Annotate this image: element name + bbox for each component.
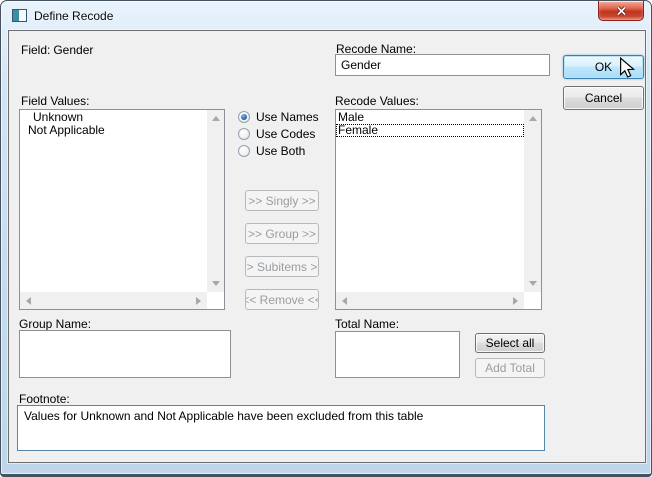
arrow-left-icon: [342, 297, 347, 305]
radio-use-codes[interactable]: Use Codes: [238, 127, 315, 141]
select-all-button[interactable]: Select all: [475, 333, 545, 353]
field-values-listbox[interactable]: Unknown Not Applicable: [19, 109, 225, 310]
radio-button-icon[interactable]: [238, 145, 250, 157]
radio-use-names[interactable]: Use Names: [238, 110, 319, 124]
recode-values-items: Male Female: [336, 111, 524, 137]
radio-button-icon[interactable]: [238, 111, 250, 123]
list-item[interactable]: Male: [336, 111, 524, 124]
horizontal-scrollbar[interactable]: [336, 292, 524, 309]
scroll-left-button[interactable]: [336, 292, 353, 309]
horizontal-scrollbar[interactable]: [20, 292, 207, 309]
recode-name-input[interactable]: Gender: [335, 54, 550, 76]
radio-button-icon[interactable]: [238, 128, 250, 140]
dialog-client-area: Field: Gender Recode Name: Gender OK Can…: [8, 30, 646, 463]
scroll-up-button[interactable]: [524, 110, 541, 127]
recode-values-listbox[interactable]: Male Female: [335, 109, 542, 310]
footnote-input[interactable]: Values for Unknown and Not Applicable ha…: [17, 405, 545, 451]
footnote-label: Footnote:: [19, 392, 70, 406]
field-values-items: Unknown Not Applicable: [20, 111, 207, 137]
scroll-down-button[interactable]: [207, 275, 224, 292]
close-button[interactable]: [598, 1, 644, 21]
radio-label: Use Names: [256, 110, 319, 124]
scroll-up-button[interactable]: [207, 110, 224, 127]
radio-use-both[interactable]: Use Both: [238, 144, 305, 158]
list-item[interactable]: Unknown: [20, 111, 207, 124]
add-total-button[interactable]: Add Total: [475, 358, 545, 378]
field-values-label: Field Values:: [21, 94, 89, 108]
subitems-button[interactable]: >> Subitems >>: [245, 256, 319, 277]
titlebar: Define Recode: [1, 1, 651, 30]
arrow-down-icon: [529, 281, 537, 286]
arrow-left-icon: [26, 297, 31, 305]
arrow-down-icon: [212, 281, 220, 286]
total-name-input[interactable]: [335, 331, 460, 378]
recode-values-label: Recode Values:: [335, 94, 419, 108]
define-recode-dialog: Define Recode Field: Gender Recode Name:…: [0, 0, 652, 477]
scroll-left-button[interactable]: [20, 292, 37, 309]
close-x-icon: [616, 6, 627, 16]
window-icon: [12, 9, 27, 22]
vertical-scrollbar[interactable]: [207, 110, 224, 292]
remove-button[interactable]: << Remove <<: [245, 289, 319, 310]
singly-button[interactable]: >> Singly >>: [245, 190, 319, 211]
field-info: Field: Gender: [21, 43, 93, 57]
arrow-up-icon: [212, 116, 220, 121]
list-item[interactable]: Not Applicable: [20, 124, 207, 137]
cancel-button[interactable]: Cancel: [563, 86, 644, 110]
ok-button[interactable]: OK: [563, 55, 644, 79]
list-item[interactable]: Female: [336, 124, 524, 137]
scroll-right-button[interactable]: [507, 292, 524, 309]
window-title: Define Recode: [34, 9, 113, 23]
radio-label: Use Codes: [256, 127, 315, 141]
group-button[interactable]: >> Group >>: [245, 223, 319, 244]
arrow-up-icon: [529, 116, 537, 121]
arrow-right-icon: [196, 297, 201, 305]
field-label: Field:: [21, 43, 50, 57]
scroll-down-button[interactable]: [524, 275, 541, 292]
radio-label: Use Both: [256, 144, 305, 158]
total-name-label: Total Name:: [335, 317, 399, 331]
group-name-label: Group Name:: [19, 317, 91, 331]
scroll-right-button[interactable]: [190, 292, 207, 309]
field-value: Gender: [53, 43, 93, 57]
arrow-right-icon: [513, 297, 518, 305]
vertical-scrollbar[interactable]: [524, 110, 541, 292]
group-name-input[interactable]: [19, 330, 231, 378]
